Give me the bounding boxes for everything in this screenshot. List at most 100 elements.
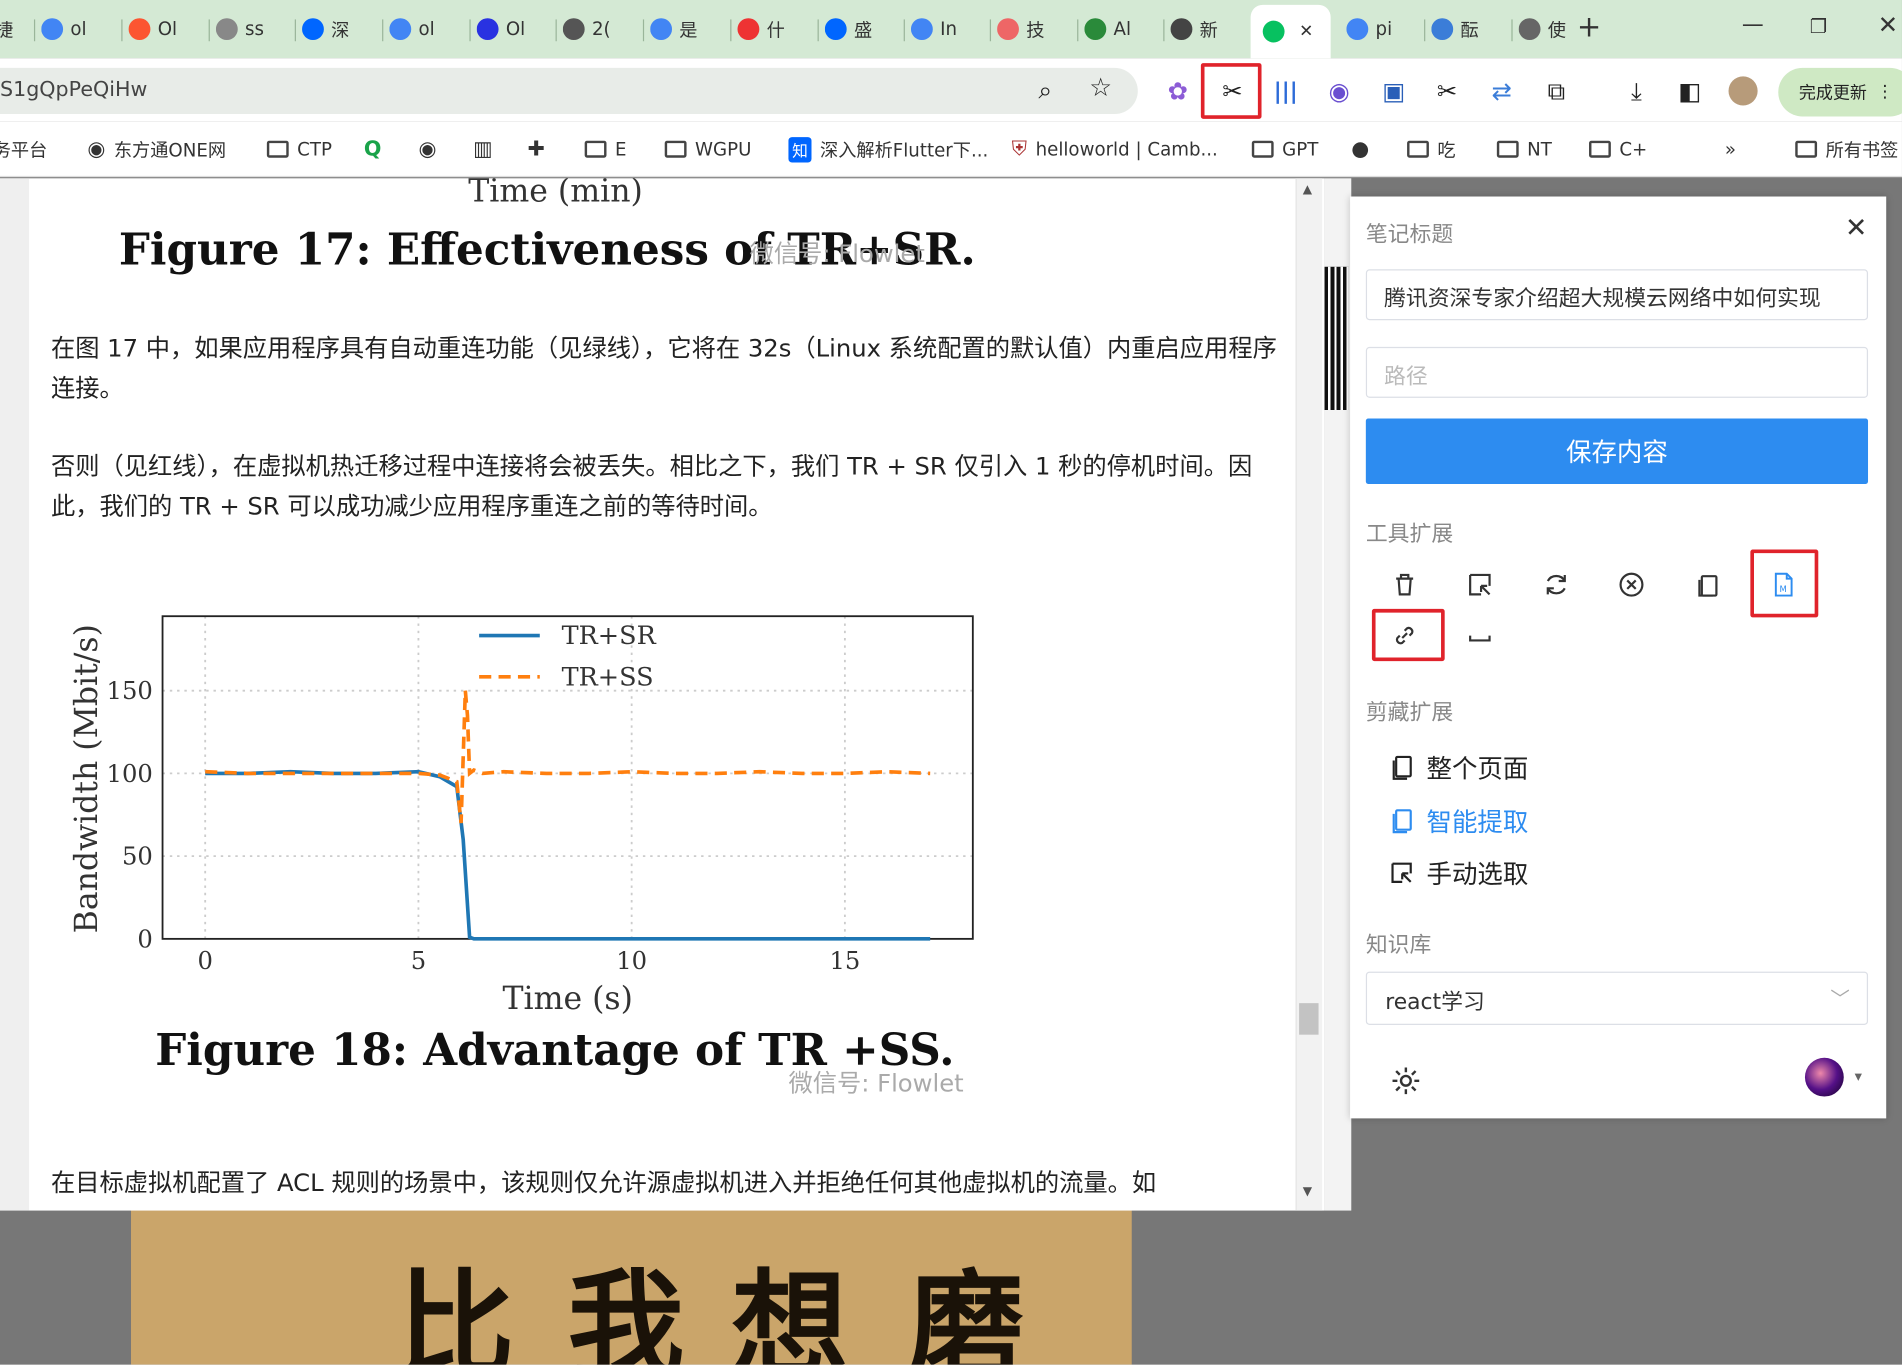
settings-gear-icon[interactable] (1390, 1065, 1422, 1101)
scroll-up-icon[interactable]: ▲ (1303, 183, 1312, 196)
profile-avatar[interactable] (1728, 76, 1758, 106)
note-title-input[interactable]: 腾讯资深专家介绍超大规模云网络中如何实现 (1365, 269, 1869, 321)
bookmark-item[interactable]: NT (1496, 136, 1552, 163)
bookmark-item[interactable]: 知深入解析Flutter下... (788, 136, 988, 163)
tab-3[interactable]: ss (215, 10, 289, 49)
tab-16[interactable]: pi (1346, 10, 1419, 49)
sidepanel-icon[interactable]: ◧ (1674, 75, 1706, 107)
series-line-0 (205, 769, 931, 941)
bookmark-item[interactable]: E (584, 136, 627, 163)
clip-whole-page[interactable]: 整个页面 (1390, 750, 1528, 786)
copy-icon[interactable] (1690, 566, 1726, 602)
tab-8[interactable]: 是 (650, 10, 723, 49)
user-avatar[interactable] (1804, 1057, 1844, 1097)
bookmark-item[interactable]: » (1725, 136, 1736, 163)
cancel-icon[interactable] (1613, 566, 1649, 602)
bookmark-item[interactable]: Q (364, 136, 390, 163)
y-tick-label: 150 (107, 676, 153, 705)
close-tab-icon[interactable]: ✕ (1299, 22, 1313, 41)
bookmark-label: 吃 (1437, 138, 1456, 161)
scrollbar-thumb[interactable] (1299, 1003, 1319, 1035)
delete-icon[interactable] (1386, 566, 1422, 602)
x-axis-label: Time (s) (502, 981, 632, 1017)
article-scrollbar[interactable]: ▲ ▼ (1295, 178, 1323, 1211)
bookmark-item[interactable]: GPT (1251, 136, 1319, 163)
bookmark-item[interactable]: 吃 (1407, 136, 1456, 163)
tab-separator (903, 19, 905, 42)
translate-ext-icon[interactable]: ⇄ (1486, 75, 1518, 107)
download-icon[interactable]: ⤓ (1621, 75, 1653, 107)
tab-13[interactable]: Al (1084, 10, 1157, 49)
tab-1[interactable]: ol (41, 10, 114, 49)
new-tab-button[interactable]: + (1577, 10, 1601, 44)
avatar-caret-icon[interactable]: ▾ (1855, 1067, 1862, 1084)
save-content-button[interactable]: 保存内容 (1365, 418, 1869, 484)
gear-site-icon (215, 18, 238, 41)
extensions-icon[interactable]: ⧉ (1541, 75, 1573, 107)
tab-separator (642, 19, 645, 42)
close-panel-icon[interactable]: ✕ (1845, 213, 1867, 243)
path-input[interactable]: 路径 (1365, 346, 1869, 398)
bookmark-item[interactable]: ◉ (418, 136, 444, 163)
bookmark-label: E (614, 138, 627, 161)
tab-11[interactable]: In (910, 10, 984, 49)
tab-12[interactable]: 技 (997, 10, 1070, 49)
refresh-icon[interactable] (1538, 566, 1574, 602)
scroll-down-icon[interactable]: ▼ (1303, 1185, 1312, 1198)
select-area-icon[interactable] (1462, 566, 1498, 602)
tab-15[interactable]: ✕ (1250, 4, 1331, 59)
restore-icon[interactable]: ❐ (1810, 15, 1827, 38)
tab-label: ol (418, 18, 435, 41)
github-icon: ● (1351, 137, 1370, 162)
bookmark-item[interactable]: ● (1351, 136, 1377, 163)
clip-manual-select[interactable]: 手动选取 (1390, 855, 1528, 891)
knowledge-base-select[interactable]: react学习 ﹀ (1365, 971, 1869, 1025)
chrome-icon (1170, 18, 1193, 41)
tab-7[interactable]: 2( (562, 10, 636, 49)
fig18-watermark: 微信号: Flowlet (788, 1068, 964, 1098)
minimize-icon[interactable]: — (1742, 12, 1764, 37)
tab-10[interactable]: 盛 (824, 10, 898, 49)
menu-dots-icon[interactable]: ⋮ (1877, 82, 1894, 101)
address-bar[interactable]: S1gQpPeQiHw ⌕ ☆ (0, 67, 1138, 115)
space-icon[interactable] (1462, 617, 1498, 653)
brain-ext-icon[interactable]: ✿ (1162, 75, 1194, 107)
tab-4[interactable]: 深 (302, 10, 375, 49)
tab-label: 什 (766, 18, 785, 41)
zoom-icon[interactable]: ⌕ (1038, 75, 1052, 104)
paragraph-3: 在目标虚拟机配置了 ACL 规则的场景中，该规则仅允许源虚拟机进入并拒绝任何其他… (50, 1168, 1157, 1198)
bookmark-label: WGPU (695, 138, 752, 161)
update-label: 完成更新 (1798, 83, 1867, 104)
tab-17[interactable]: 酝 (1431, 10, 1504, 49)
bookmark-item[interactable]: ✚ (528, 136, 554, 163)
tab-separator (730, 19, 732, 42)
tab-9[interactable]: 什 (737, 10, 811, 49)
bookmark-star-icon[interactable]: ☆ (1089, 73, 1112, 102)
tab-2[interactable]: Ol (128, 10, 202, 49)
bot-ext-icon[interactable]: ◉ (1323, 75, 1355, 107)
wave-ext-icon[interactable]: ||| (1270, 75, 1302, 107)
bookmark-item[interactable]: 务平台 (0, 136, 47, 163)
bookmark-item[interactable]: ◉ 东方通ONE网 (87, 136, 226, 163)
clip-smart-extract[interactable]: 智能提取 (1390, 803, 1528, 839)
bookmark-item[interactable]: ⛨ helloworld | Camb... (1012, 136, 1218, 163)
bookmark-item[interactable]: C+ (1589, 136, 1647, 163)
tab-6[interactable]: Ol (476, 10, 550, 49)
bookmark-label: GPT (1282, 138, 1319, 161)
bookmark-label: C+ (1619, 138, 1648, 161)
save-ext-icon[interactable]: ▣ (1378, 75, 1410, 107)
bookmark-item[interactable]: ▥ (473, 136, 501, 163)
bookmark-item[interactable]: WGPU (664, 136, 752, 163)
tab-14[interactable]: 新 (1170, 10, 1244, 49)
article-view[interactable]: Time (min) Figure 17: Effectiveness of T… (0, 178, 1325, 1211)
bookmark-item[interactable]: CTP (266, 136, 332, 163)
bookmark-item[interactable]: 所有书签 (1795, 136, 1898, 163)
tools-ext-icon[interactable]: ✂ (1431, 75, 1463, 107)
wechat-icon (1262, 20, 1285, 43)
close-window-icon[interactable]: ✕ (1878, 10, 1898, 39)
x-tick-label: 10 (616, 946, 647, 975)
zhihu-icon (824, 18, 847, 41)
tab-5[interactable]: ol (389, 10, 462, 49)
tab-label: 技 (1026, 18, 1045, 41)
update-button[interactable]: 完成更新 ⋮ (1778, 67, 1902, 117)
